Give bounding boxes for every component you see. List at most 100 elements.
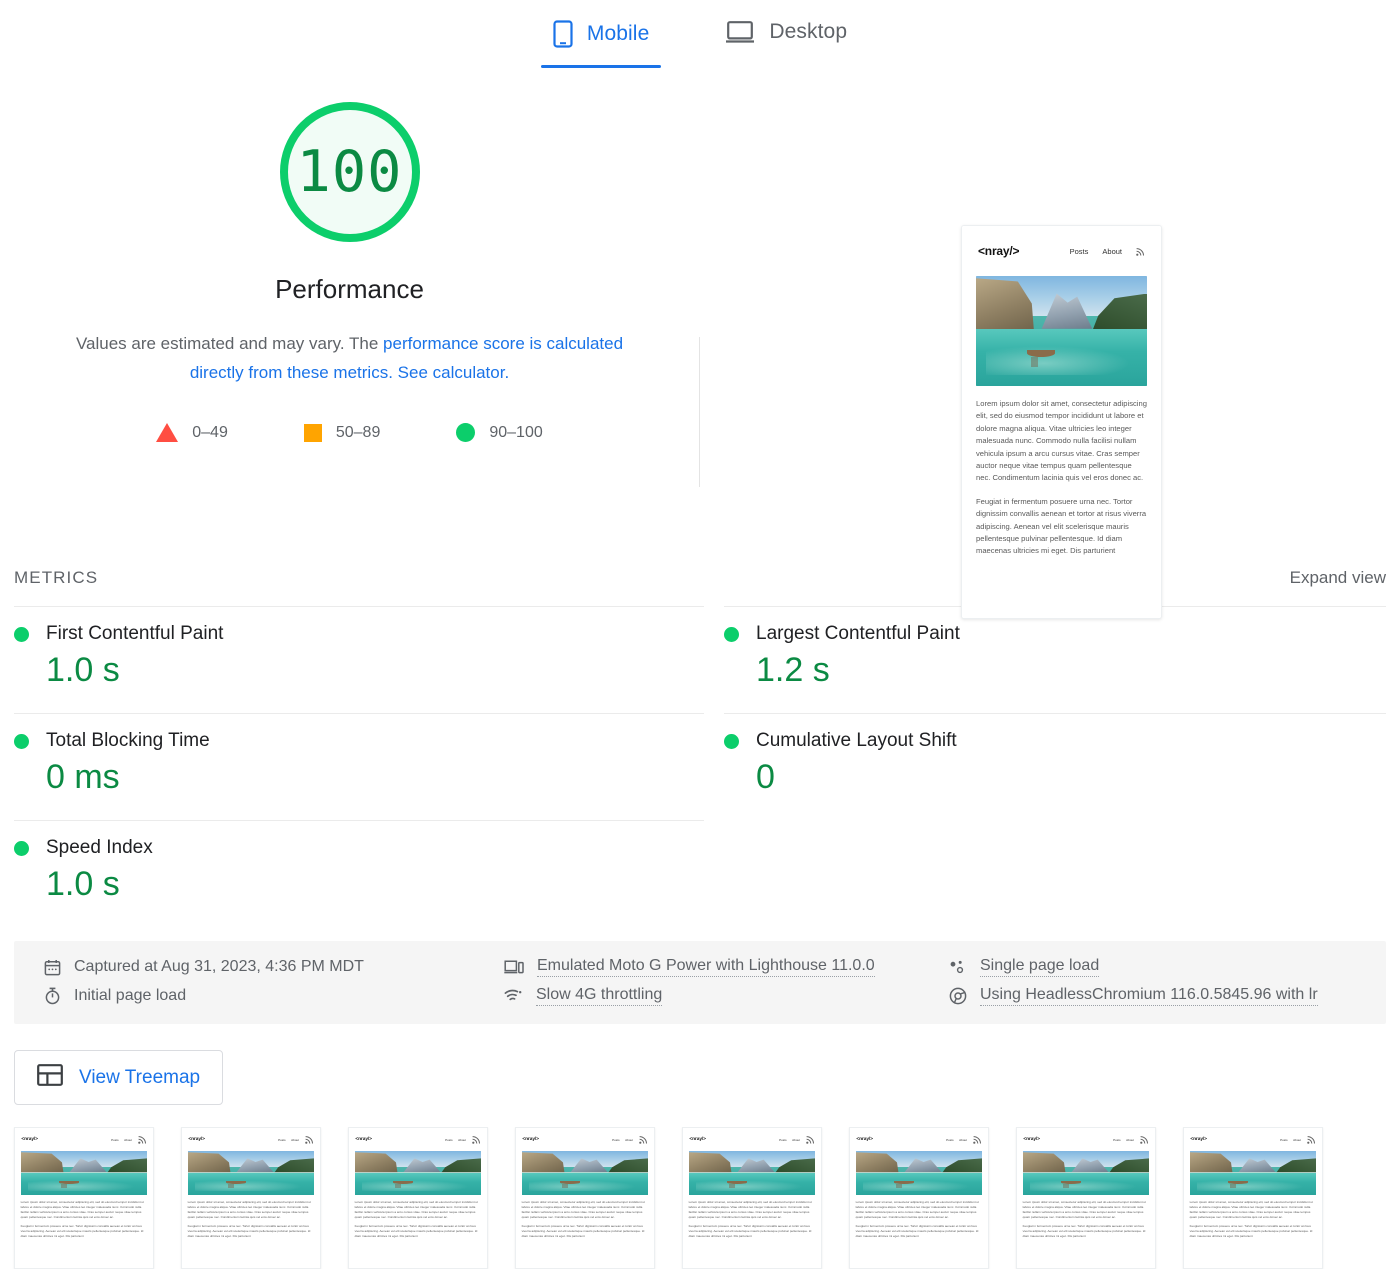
score-section: 100 Performance Values are estimated and… bbox=[0, 72, 1400, 619]
filmstrip-frame-preview: <nray/> Posts About Lorem ipsum dolor si… bbox=[1184, 1128, 1322, 1268]
metric-value: 1.0 s bbox=[46, 651, 120, 689]
preview-nav-posts: Posts bbox=[946, 1137, 954, 1142]
stopwatch-icon bbox=[44, 987, 61, 1005]
final-screenshot-preview[interactable]: <nray/> Posts About Lorem ipsum dolor si… bbox=[961, 225, 1162, 619]
preview-nav-posts: Posts bbox=[1069, 246, 1089, 256]
metric-value: 1.2 s bbox=[756, 651, 830, 689]
preview-site-nav: Posts About bbox=[111, 1135, 147, 1144]
status-dot-pass-icon bbox=[14, 840, 29, 856]
rss-icon bbox=[638, 1135, 648, 1144]
tab-desktop[interactable]: Desktop bbox=[713, 14, 859, 64]
performance-score-value: 100 bbox=[296, 139, 403, 205]
device-icon bbox=[504, 959, 524, 975]
filmstrip-frame[interactable]: <nray/> Posts About Lorem ipsum dolor si… bbox=[849, 1127, 989, 1269]
score-description-prefix: Values are estimated and may vary. The bbox=[75, 334, 384, 353]
preview-site-header: <nray/> Posts About bbox=[683, 1128, 821, 1147]
env-label: Slow 4G throttling bbox=[536, 986, 663, 1006]
rss-icon bbox=[137, 1135, 147, 1144]
preview-hero-image bbox=[1189, 1151, 1317, 1196]
metric-first-contentful-paint[interactable]: First Contentful Paint 1.0 s bbox=[14, 606, 704, 713]
metrics-column-left: First Contentful Paint 1.0 s Total Block… bbox=[14, 606, 704, 927]
screenshot-filmstrip[interactable]: <nray/> Posts About Lorem ipsum dolor si… bbox=[0, 1127, 1400, 1269]
performance-score-gauge[interactable]: 100 bbox=[279, 102, 420, 242]
metric-label: Cumulative Layout Shift bbox=[756, 730, 957, 751]
preview-nav-posts: Posts bbox=[779, 1137, 787, 1142]
preview-paragraph-1: Lorem ipsum dolor sit amet, consectetur … bbox=[688, 1200, 812, 1220]
preview-site-nav: Posts About bbox=[1113, 1135, 1149, 1144]
preview-body-text: Lorem ipsum dolor sit amet, consectetur … bbox=[349, 1195, 487, 1239]
legend-label-pass: 90–100 bbox=[489, 423, 543, 441]
metrics-grid: First Contentful Paint 1.0 s Total Block… bbox=[0, 606, 1400, 927]
env-initial-page-load: Initial page load bbox=[44, 986, 504, 1006]
filmstrip-frame[interactable]: <nray/> Posts About Lorem ipsum dolor si… bbox=[348, 1127, 488, 1269]
preview-site-header: <nray/> Posts About bbox=[962, 226, 1161, 264]
metric-value: 0 ms bbox=[46, 758, 120, 796]
preview-body-text: Lorem ipsum dolor sit amet, consectetur … bbox=[15, 1195, 153, 1239]
preview-paragraph-2: Feugiat in fermentum posuere urna nec. T… bbox=[855, 1224, 979, 1239]
filmstrip-frame[interactable]: <nray/> Posts About Lorem ipsum dolor si… bbox=[14, 1127, 154, 1269]
metric-total-blocking-time[interactable]: Total Blocking Time 0 ms bbox=[14, 713, 704, 820]
laptop-icon bbox=[725, 20, 755, 44]
preview-nav-posts: Posts bbox=[1280, 1137, 1288, 1142]
preview-nav-posts: Posts bbox=[1113, 1137, 1121, 1142]
env-user-agent[interactable]: Using HeadlessChromium 116.0.5845.96 wit… bbox=[949, 986, 1356, 1006]
preview-paragraph-2: Feugiat in fermentum posuere urna nec. T… bbox=[688, 1224, 812, 1239]
treemap-row: View Treemap bbox=[0, 1024, 1400, 1105]
preview-paragraph-1: Lorem ipsum dolor sit amet, consectetur … bbox=[20, 1200, 144, 1220]
view-treemap-button[interactable]: View Treemap bbox=[14, 1050, 224, 1105]
metric-label: First Contentful Paint bbox=[46, 623, 224, 644]
preview-hero-image bbox=[976, 276, 1147, 386]
rss-icon bbox=[304, 1135, 314, 1144]
filmstrip-frame[interactable]: <nray/> Posts About Lorem ipsum dolor si… bbox=[1016, 1127, 1156, 1269]
metric-speed-index[interactable]: Speed Index 1.0 s bbox=[14, 820, 704, 927]
legend-item-pass: 90–100 bbox=[456, 423, 543, 442]
metric-largest-contentful-paint[interactable]: Largest Contentful Paint 1.2 s bbox=[724, 606, 1386, 713]
preview-nav-posts: Posts bbox=[445, 1137, 453, 1142]
metric-label: Speed Index bbox=[46, 837, 153, 858]
preview-nav-posts: Posts bbox=[278, 1137, 286, 1142]
preview-site-logo: <nray/> bbox=[21, 1137, 38, 1143]
score-legend: 0–49 50–89 90–100 bbox=[156, 423, 543, 442]
filmstrip-frame[interactable]: <nray/> Posts About Lorem ipsum dolor si… bbox=[181, 1127, 321, 1269]
env-label: Emulated Moto G Power with Lighthouse 11… bbox=[537, 957, 875, 977]
preview-paragraph-2: Feugiat in fermentum posuere urna nec. T… bbox=[187, 1224, 311, 1239]
legend-label-average: 50–89 bbox=[335, 423, 381, 441]
rss-icon bbox=[805, 1135, 815, 1144]
preview-site-nav: Posts About bbox=[1070, 247, 1145, 256]
filmstrip-frame-preview: <nray/> Posts About Lorem ipsum dolor si… bbox=[349, 1128, 487, 1268]
preview-nav-about: About bbox=[792, 1137, 801, 1142]
env-single-page-load[interactable]: Single page load bbox=[949, 957, 1356, 977]
see-calculator-link[interactable]: See calculator. bbox=[398, 363, 510, 382]
metric-placeholder bbox=[724, 820, 1386, 927]
env-emulated-device[interactable]: Emulated Moto G Power with Lighthouse 11… bbox=[504, 957, 949, 977]
filmstrip-frame[interactable]: <nray/> Posts About Lorem ipsum dolor si… bbox=[515, 1127, 655, 1269]
preview-nav-about: About bbox=[291, 1137, 300, 1142]
env-label: Initial page load bbox=[74, 987, 187, 1004]
metric-cumulative-layout-shift[interactable]: Cumulative Layout Shift 0 bbox=[724, 713, 1386, 820]
preview-hero-image bbox=[20, 1151, 148, 1196]
expand-view-toggle[interactable]: Expand view bbox=[1290, 568, 1386, 588]
preview-body-text: Lorem ipsum dolor sit amet, consectetur … bbox=[850, 1195, 988, 1239]
preview-nav-about: About bbox=[1293, 1137, 1302, 1142]
filmstrip-frame[interactable]: <nray/> Posts About Lorem ipsum dolor si… bbox=[682, 1127, 822, 1269]
preview-paragraph-1: Lorem ipsum dolor sit amet, consectetur … bbox=[855, 1200, 979, 1220]
metrics-column-right: Largest Contentful Paint 1.2 s Cumulativ… bbox=[724, 606, 1386, 927]
legend-item-average: 50–89 bbox=[303, 423, 381, 442]
environment-info-bar: Captured at Aug 31, 2023, 4:36 PM MDT Em… bbox=[14, 941, 1386, 1024]
preview-body-text: Lorem ipsum dolor sit amet, consectetur … bbox=[1184, 1195, 1322, 1239]
preview-paragraph-2: Feugiat in fermentum posuere urna nec. T… bbox=[521, 1224, 645, 1239]
preview-paragraph-2: Feugiat in fermentum posuere urna nec. T… bbox=[1022, 1224, 1146, 1239]
env-label: Single page load bbox=[980, 957, 1100, 977]
env-throttling[interactable]: Slow 4G throttling bbox=[504, 986, 949, 1006]
tab-mobile[interactable]: Mobile bbox=[540, 14, 662, 68]
filmstrip-frame[interactable]: <nray/> Posts About Lorem ipsum dolor si… bbox=[1183, 1127, 1323, 1269]
preview-site-header: <nray/> Posts About bbox=[349, 1128, 487, 1147]
treemap-icon bbox=[37, 1064, 63, 1091]
preview-body-text: Lorem ipsum dolor sit amet, consectetur … bbox=[683, 1195, 821, 1239]
preview-paragraph-1: Lorem ipsum dolor sit amet, consectetur … bbox=[1022, 1200, 1146, 1220]
filmstrip-frame-preview: <nray/> Posts About Lorem ipsum dolor si… bbox=[15, 1128, 153, 1268]
preview-hero-image bbox=[187, 1151, 315, 1196]
preview-nav-about: About bbox=[959, 1137, 968, 1142]
rss-icon bbox=[1136, 247, 1145, 256]
preview-hero-image bbox=[521, 1151, 649, 1196]
